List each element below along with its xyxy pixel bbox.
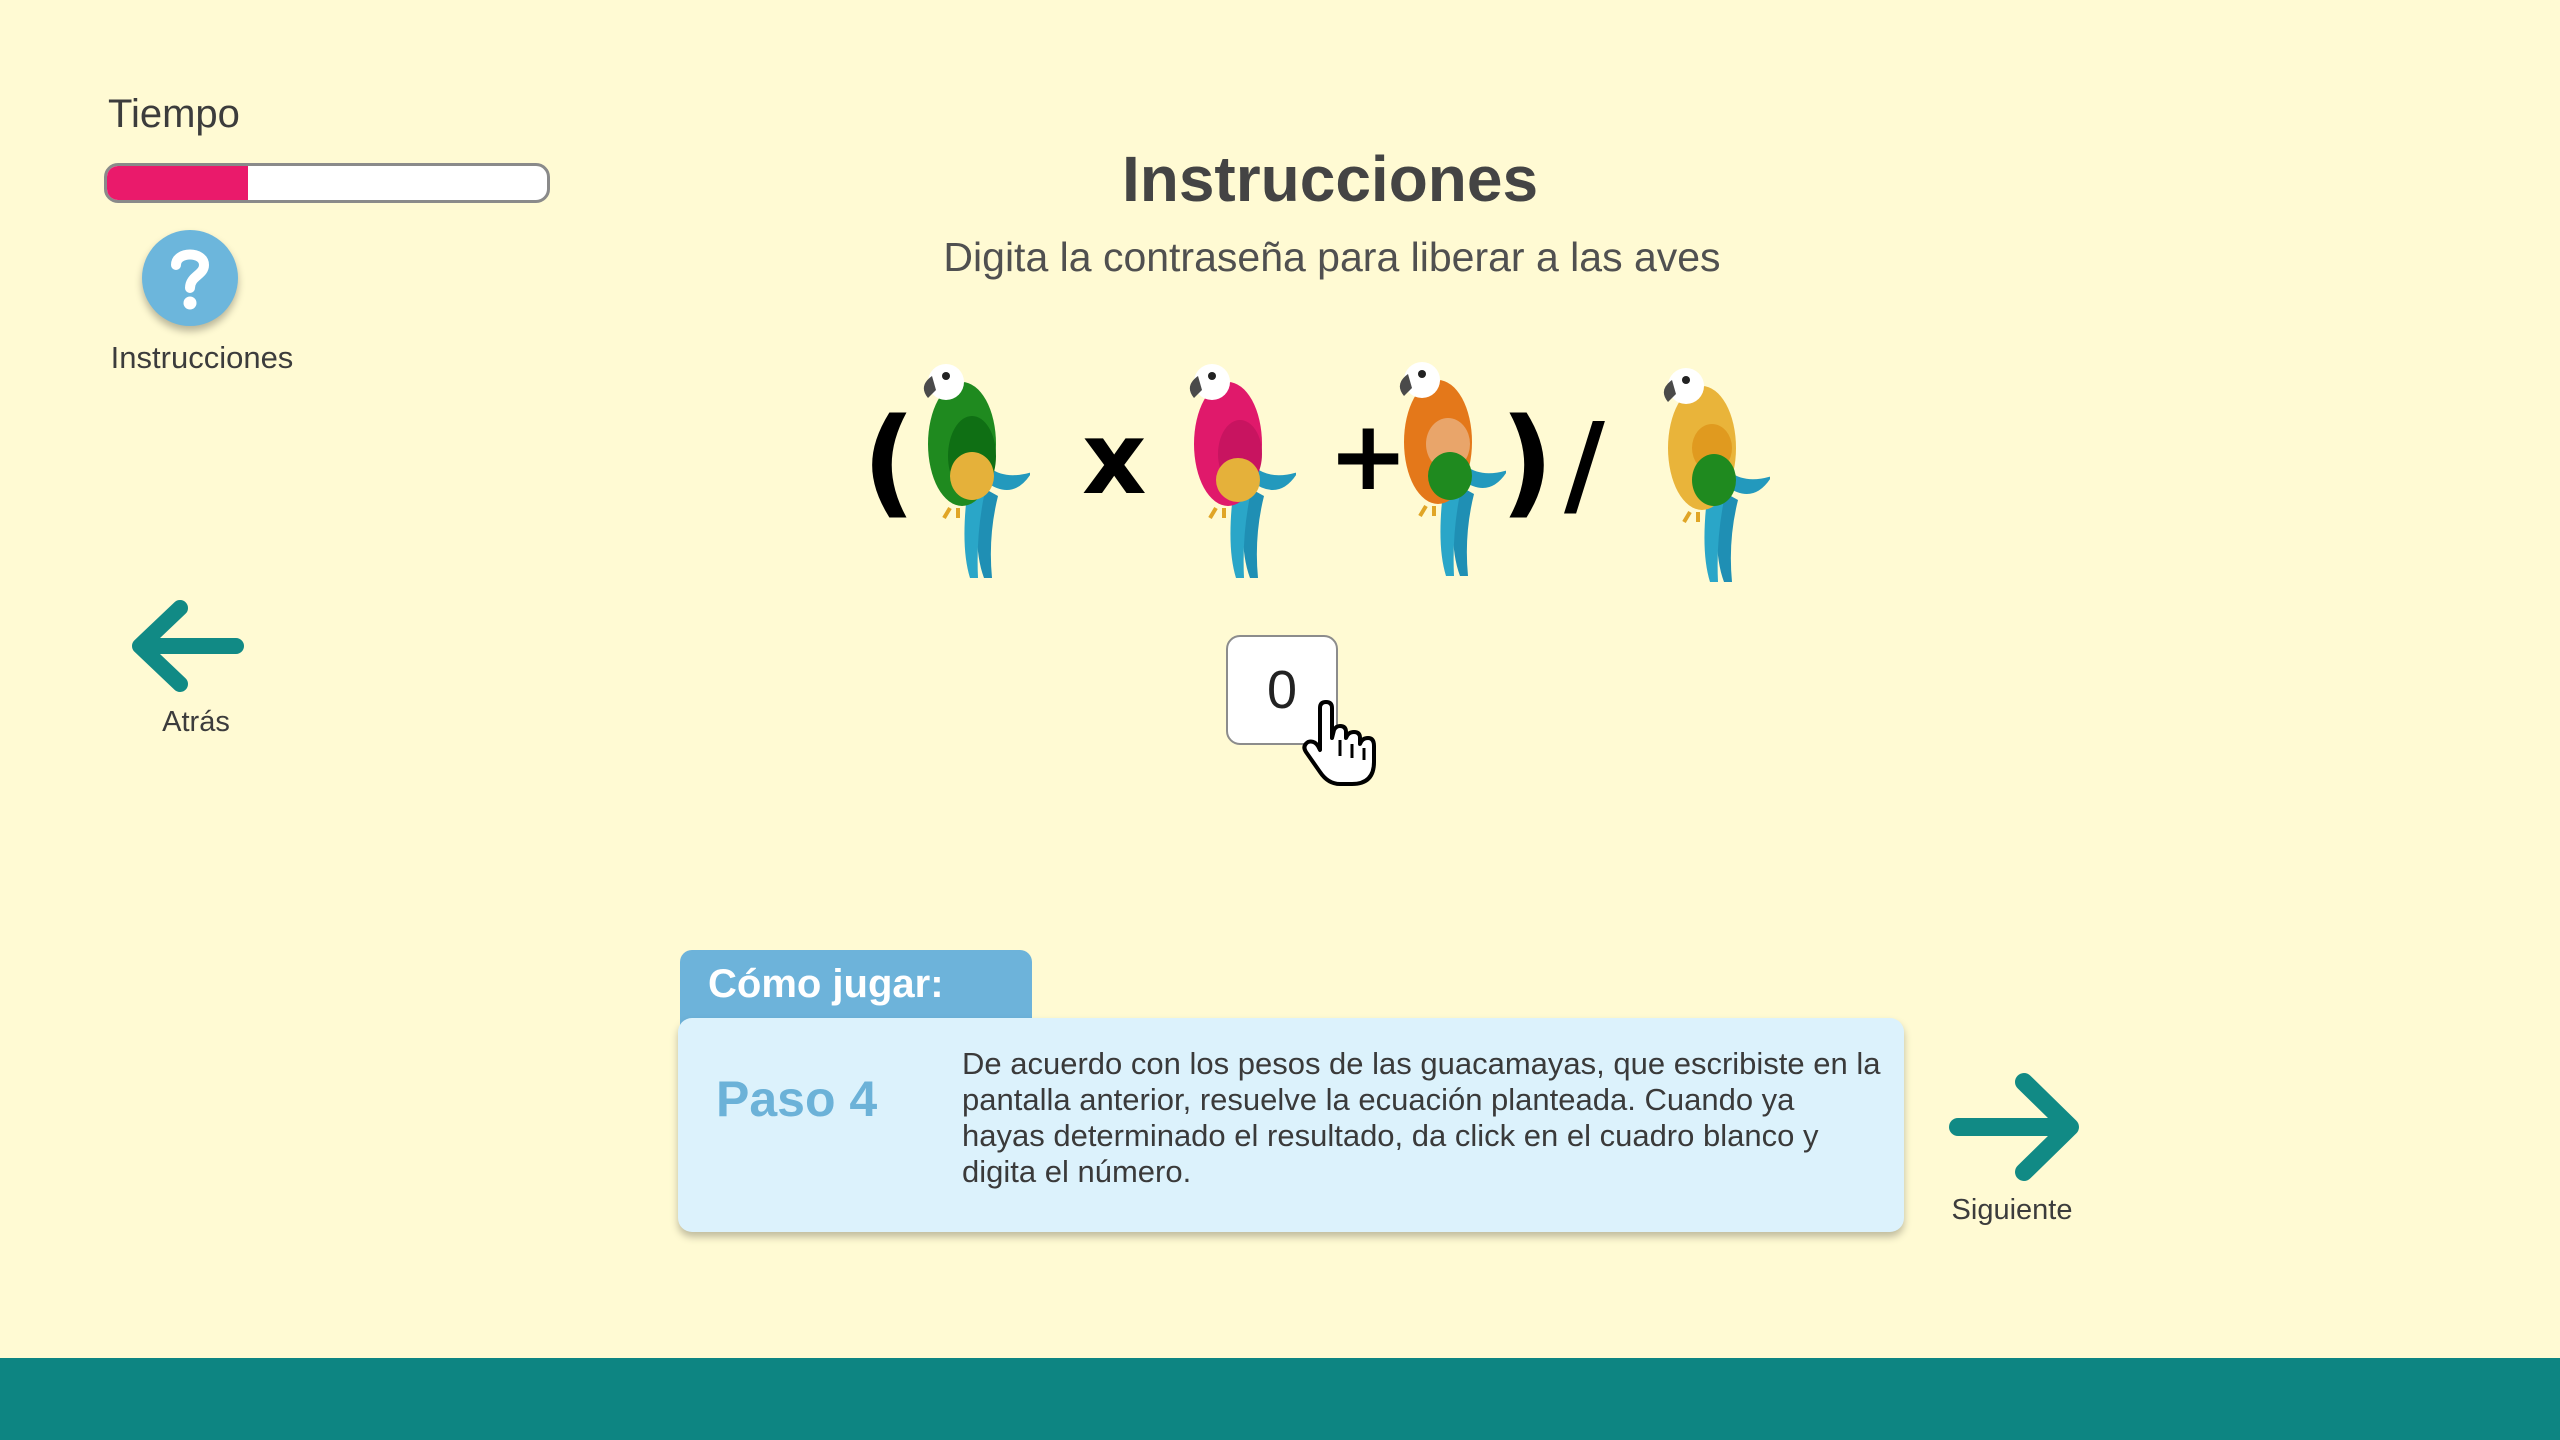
arrow-right-icon	[1949, 1073, 2079, 1181]
help-label: Instrucciones	[110, 340, 294, 375]
timer-label: Tiempo	[108, 92, 240, 136]
step-label: Paso 4	[716, 1071, 878, 1127]
divide-sign: /	[1564, 400, 1605, 530]
next-button[interactable]	[1946, 1070, 2084, 1184]
open-parenthesis: (	[862, 392, 916, 530]
close-parenthesis: )	[1500, 392, 1554, 530]
page-title: Instrucciones	[1121, 143, 1539, 215]
back-button[interactable]	[128, 596, 244, 696]
orange-parrot-icon	[1399, 362, 1506, 576]
next-label: Siguiente	[1951, 1194, 2073, 1226]
multiply-sign: x	[1082, 400, 1147, 517]
page-subtitle: Digita la contraseña para liberar a las …	[943, 234, 1721, 280]
yellow-parrot-icon	[1663, 368, 1770, 582]
arrow-left-icon	[132, 600, 244, 692]
hand-pointer-icon	[1302, 700, 1376, 786]
pink-parrot-icon	[1189, 364, 1296, 578]
step-text: De acuerdo con los pesos de las guacamay…	[962, 1046, 1881, 1189]
back-label: Atrás	[162, 706, 230, 738]
green-parrot-icon	[923, 364, 1030, 578]
footer-bar	[0, 1358, 2560, 1440]
